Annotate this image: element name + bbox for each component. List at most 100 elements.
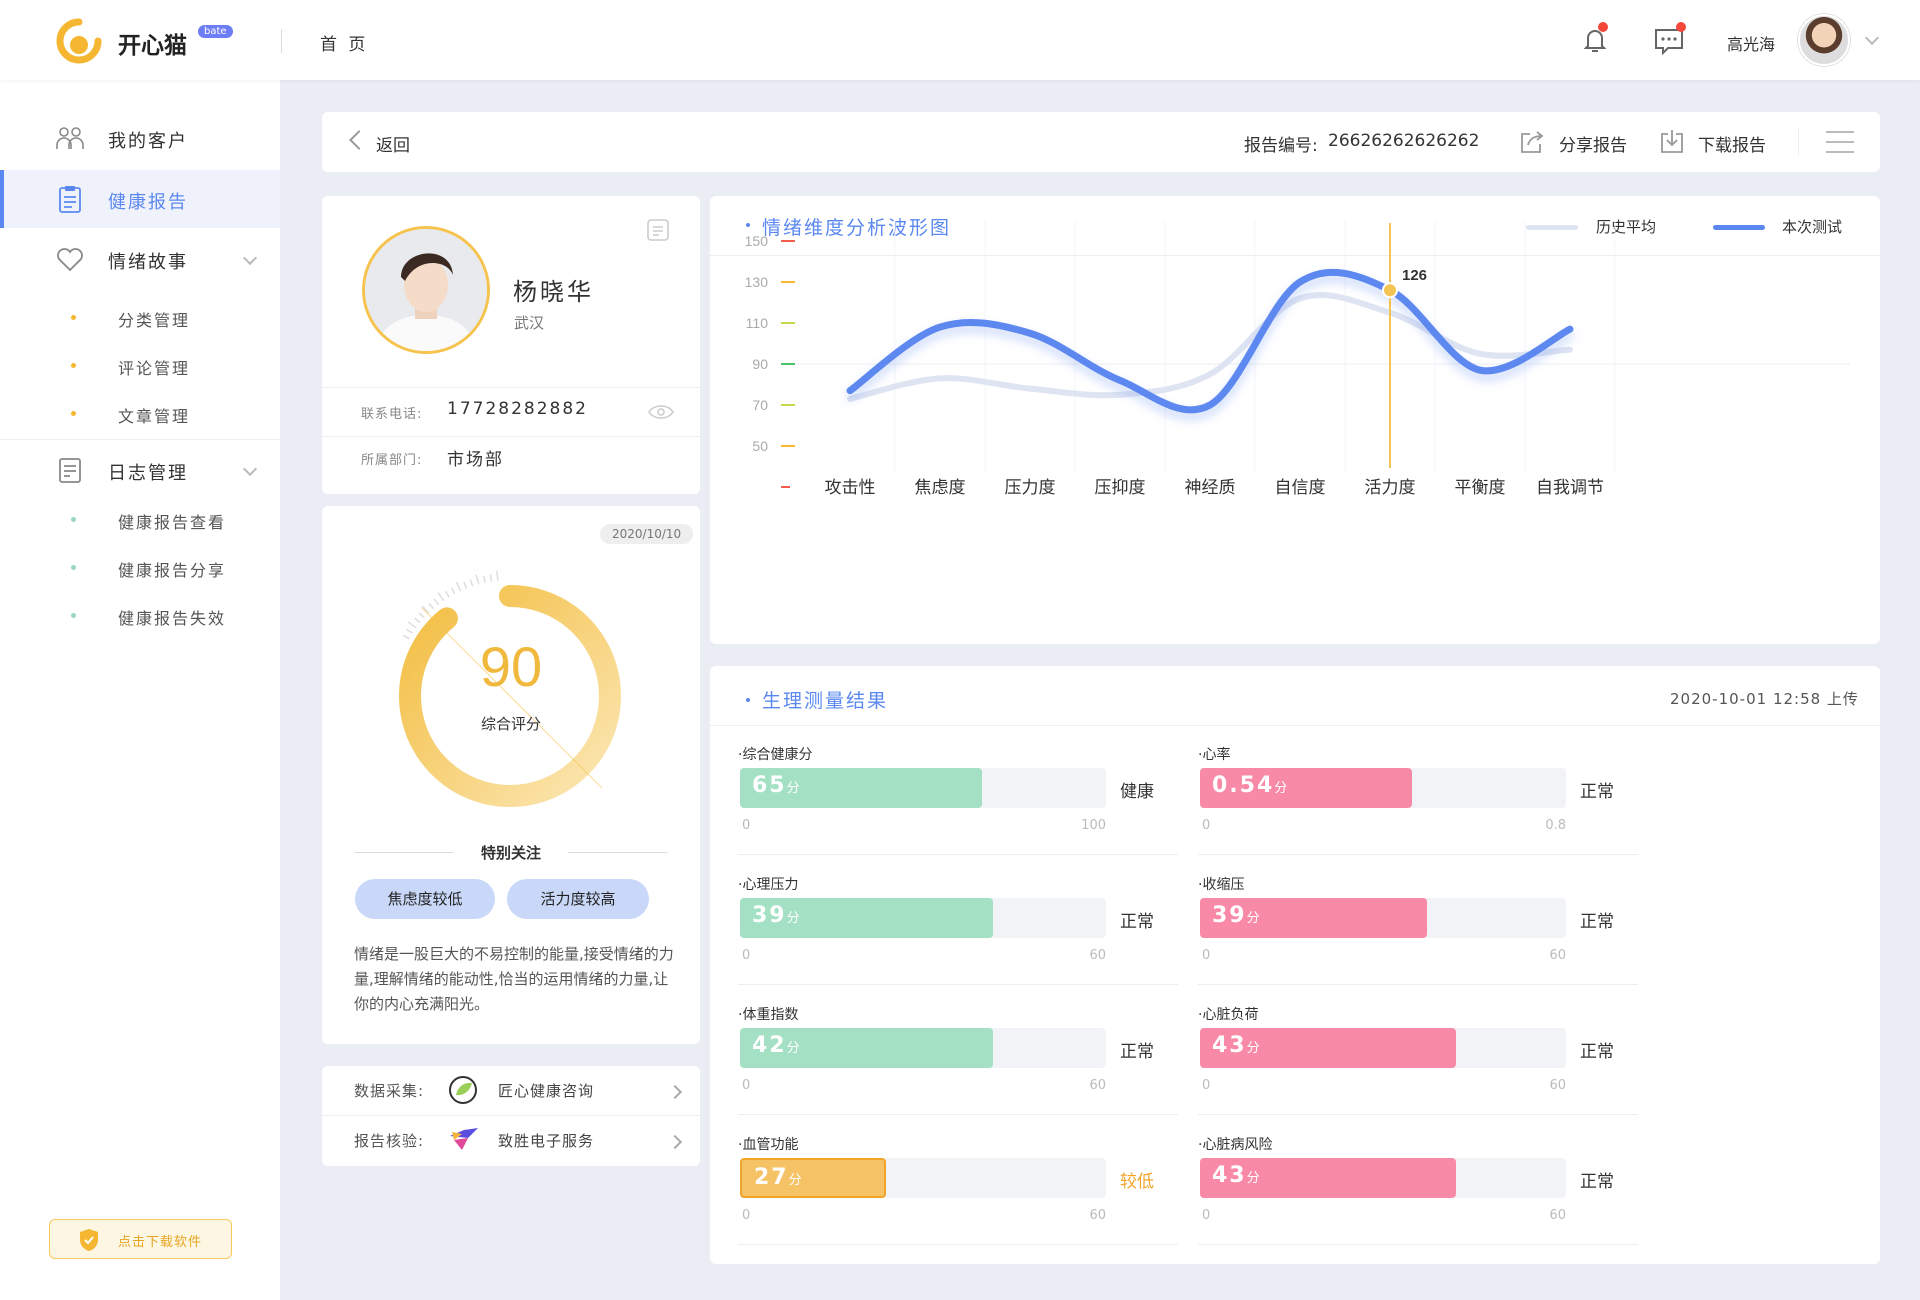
home-link[interactable]: 首 页 <box>320 30 368 55</box>
sidebar-subitem-report-expire[interactable]: 健康报告失效 <box>0 595 280 635</box>
sidebar-item-stories[interactable]: 情绪故事 <box>0 230 280 288</box>
metric-status: 正常 <box>1580 912 1614 932</box>
metric-axis-min: 0 <box>742 1208 751 1223</box>
department-label: 所属部门: <box>361 453 423 468</box>
note-icon[interactable] <box>646 218 670 242</box>
metric-axis-min: 0 <box>1202 818 1211 833</box>
back-button[interactable]: 返回 <box>376 131 410 156</box>
metric-divider <box>738 984 1178 985</box>
sidebar-subitem-label: 健康报告分享 <box>118 561 227 580</box>
bullet-dot <box>71 565 76 570</box>
sidebar-item-label: 日志管理 <box>108 463 188 484</box>
chevron-right-icon[interactable] <box>667 1084 683 1100</box>
score-value: 90 <box>479 635 543 698</box>
metric-axis-max: 60 <box>1549 1208 1566 1223</box>
metric-divider <box>1198 984 1638 985</box>
series-line-history <box>847 292 1573 402</box>
metric-value: 42分 <box>752 1033 802 1058</box>
share-report-button[interactable]: 分享报告 <box>1559 131 1627 156</box>
profile-avatar <box>362 226 490 354</box>
metric-track: 27分 <box>740 1158 1106 1198</box>
metric-status: 正常 <box>1580 1042 1614 1062</box>
metric-divider <box>738 854 1178 855</box>
user-avatar[interactable] <box>1798 14 1850 66</box>
username[interactable]: 高光海 <box>1727 31 1775 55</box>
metric-bar: 43分 <box>1200 1158 1457 1198</box>
gauge-tick <box>444 590 450 598</box>
physio-header-divider <box>710 725 1880 726</box>
upload-time: 2020-10-01 12:58 上传 <box>1670 690 1859 708</box>
phone-label: 联系电话: <box>361 407 423 422</box>
section-dot <box>746 698 750 702</box>
sidebar-item-health-report[interactable]: 健康报告 <box>0 170 280 228</box>
verify-label: 报告核验: <box>354 1132 425 1150</box>
sidebar-subitem-report-share[interactable]: 健康报告分享 <box>0 547 280 587</box>
metric-track: 43分 <box>1200 1158 1566 1198</box>
series-line-current <box>846 268 1574 414</box>
sidebar-subitem-comments[interactable]: 评论管理 <box>0 345 280 385</box>
eye-icon[interactable] <box>648 403 674 421</box>
users-icon <box>56 127 84 149</box>
download-software-label: 点击下载软件 <box>118 1235 203 1250</box>
metric-axis-min: 0 <box>1202 1208 1211 1223</box>
metric-axis-max: 100 <box>1081 818 1106 833</box>
y-tick-label: 110 <box>746 315 769 331</box>
download-icon[interactable] <box>1658 128 1686 156</box>
x-tick-label: 神经质 <box>1185 478 1236 498</box>
metric-track: 39分 <box>1200 898 1566 938</box>
sidebar-subitem-category[interactable]: 分类管理 <box>0 297 280 337</box>
highlight-point[interactable] <box>1382 282 1398 299</box>
gauge-tick <box>406 628 413 634</box>
gauge-tick <box>463 581 468 589</box>
metric-status: 正常 <box>1580 782 1614 802</box>
verify-provider[interactable]: 致胜电子服务 <box>498 1130 594 1151</box>
share-icon[interactable] <box>1518 128 1546 156</box>
metric-name: ·心脏负荷 <box>1198 1007 1259 1023</box>
chevron-right-icon[interactable] <box>667 1134 683 1150</box>
x-tick-label: 焦虑度 <box>915 478 966 498</box>
toolbar-divider <box>1798 128 1799 156</box>
log-icon <box>59 458 81 483</box>
metric-divider <box>1198 1244 1638 1245</box>
x-tick-label: 自信度 <box>1275 478 1326 498</box>
metric-bar: 43分 <box>1200 1028 1457 1068</box>
metric-axis-max: 0.8 <box>1545 818 1566 833</box>
emotion-chart-card: 情绪维度分析波形图 历史平均 本次测试 150 130 110 90 70 50 攻击性焦… <box>710 196 1880 644</box>
metric-divider <box>1198 1114 1638 1115</box>
bird-logo-icon <box>450 1128 478 1150</box>
profile-city: 武汉 <box>514 314 545 332</box>
heart-icon <box>57 248 83 272</box>
message-dot <box>1676 22 1686 32</box>
sidebar-subitem-label: 文章管理 <box>118 407 191 426</box>
back-icon[interactable] <box>349 130 369 150</box>
collect-provider[interactable]: 匠心健康咨询 <box>498 1080 594 1101</box>
metric-name: ·体重指数 <box>738 1007 799 1023</box>
sidebar-item-label: 情绪故事 <box>108 252 188 273</box>
sidebar-subitem-report-view[interactable]: 健康报告查看 <box>0 499 280 539</box>
chevron-down-icon <box>242 461 258 477</box>
phone-number: 17728282882 <box>447 399 588 419</box>
metric-axis-min: 0 <box>1202 1078 1211 1093</box>
bullet-dot <box>71 517 76 522</box>
menu-icon[interactable] <box>1826 130 1854 154</box>
sidebar-item-logs[interactable]: 日志管理 <box>0 441 280 499</box>
sidebar-subitem-label: 评论管理 <box>118 359 191 378</box>
app-name: 开心猫 <box>118 33 187 59</box>
beta-badge: bate <box>198 25 233 38</box>
chevron-down-icon[interactable] <box>1864 30 1880 46</box>
sidebar-item-customers[interactable]: 我的客户 <box>0 109 280 167</box>
download-report-button[interactable]: 下载报告 <box>1698 131 1766 156</box>
download-software-button[interactable]: 点击下载软件 <box>49 1219 232 1259</box>
collect-label: 数据采集: <box>354 1082 425 1100</box>
gauge-tick <box>450 587 456 595</box>
department-value: 市场部 <box>447 450 504 470</box>
metric-track: 39分 <box>740 898 1106 938</box>
y-tick-label: 70 <box>752 397 768 413</box>
sidebar-subitem-articles[interactable]: 文章管理 <box>0 393 280 433</box>
metric-divider <box>738 1114 1178 1115</box>
metric-track: 43分 <box>1200 1028 1566 1068</box>
source-divider <box>322 1115 700 1116</box>
gauge-tick <box>428 602 435 610</box>
metric-status: 正常 <box>1580 1172 1614 1192</box>
metric-track: 0.54分 <box>1200 768 1566 808</box>
